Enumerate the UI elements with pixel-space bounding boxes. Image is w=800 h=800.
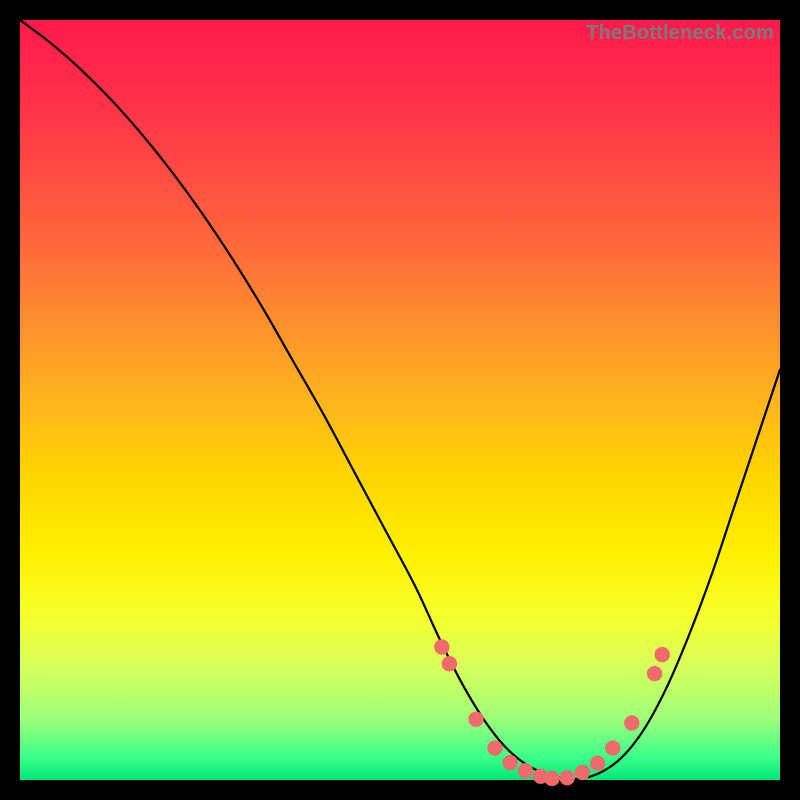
highlight-dots xyxy=(435,640,670,786)
bottleneck-curve xyxy=(20,20,780,779)
highlight-dot xyxy=(575,765,589,779)
highlight-dot xyxy=(606,741,620,755)
highlight-dot xyxy=(545,771,559,785)
highlight-dot xyxy=(560,771,574,785)
highlight-dot xyxy=(647,666,661,680)
highlight-dot xyxy=(503,755,517,769)
highlight-dot xyxy=(655,647,669,661)
highlight-dot xyxy=(590,756,604,770)
highlight-dot xyxy=(469,712,483,726)
highlight-dot xyxy=(435,640,449,654)
plot-area: TheBottleneck.com xyxy=(20,20,780,780)
highlight-dot xyxy=(518,764,532,778)
curve-svg xyxy=(20,20,780,780)
highlight-dot xyxy=(625,716,639,730)
highlight-dot xyxy=(442,657,456,671)
chart-frame: TheBottleneck.com xyxy=(0,0,800,800)
highlight-dot xyxy=(488,741,502,755)
